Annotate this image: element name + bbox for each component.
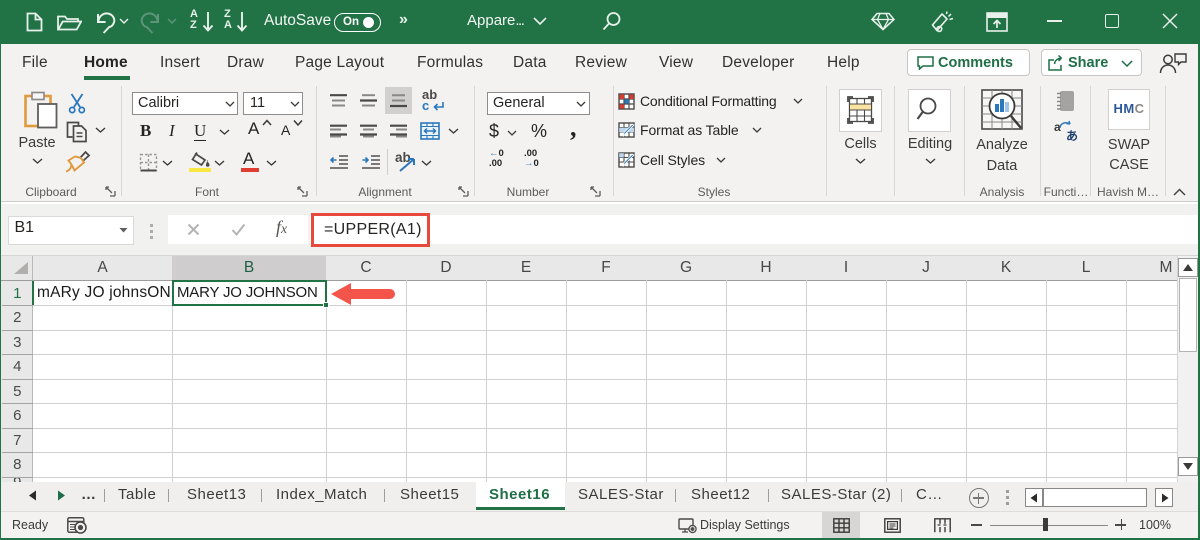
svg-text:あ: あ	[1066, 129, 1078, 141]
